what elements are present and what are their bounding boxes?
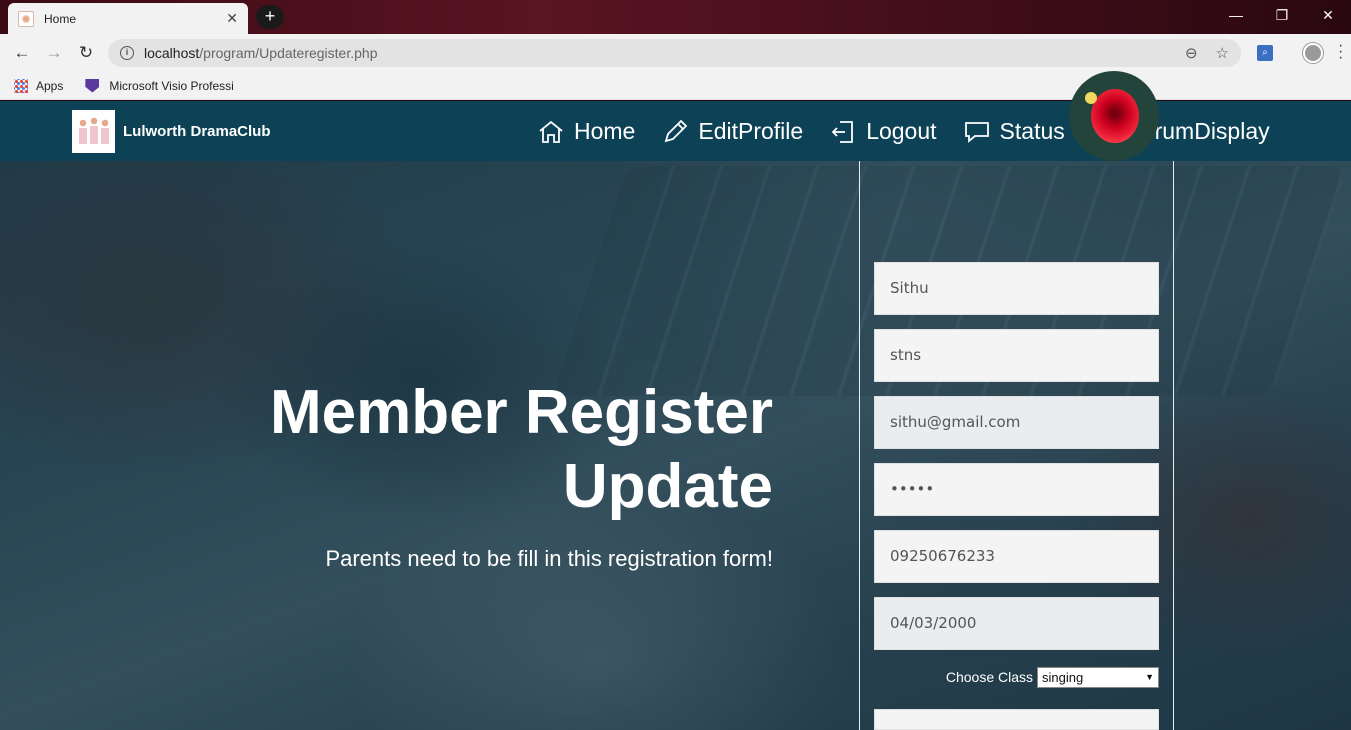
dropdown-caret-icon: ▼ — [1145, 672, 1154, 682]
flower-bud-icon — [1085, 92, 1097, 104]
nav-home[interactable]: Home — [538, 118, 635, 145]
chat-icon — [964, 121, 989, 143]
minimize-button[interactable]: — — [1213, 0, 1259, 30]
dob-field[interactable]: 04/03/2000 — [874, 597, 1159, 650]
back-arrow-icon[interactable]: ← — [6, 43, 38, 63]
browser-toolbar: ← → ↻ i localhost/program/Updateregister… — [0, 34, 1351, 72]
profile-avatar — [1069, 71, 1159, 161]
email-field[interactable]: sithu@gmail.com — [874, 396, 1159, 449]
close-tab-icon[interactable]: ✕ — [226, 10, 238, 27]
hero-subtitle: Parents need to be fill in this registra… — [325, 546, 773, 571]
username-field[interactable]: stns — [874, 329, 1159, 382]
next-field[interactable] — [874, 709, 1159, 730]
password-field[interactable]: ••••• — [874, 463, 1159, 516]
info-icon[interactable]: i — [120, 46, 134, 60]
visio-icon — [85, 78, 100, 93]
browser-tab[interactable]: Home ✕ — [8, 3, 248, 34]
address-bar[interactable]: i localhost/program/Updateregister.php ⊖… — [108, 39, 1241, 67]
apps-grid-icon — [14, 78, 28, 93]
name-field[interactable]: Sithu — [874, 262, 1159, 315]
bookmark-star-icon[interactable]: ☆ — [1216, 44, 1229, 62]
home-icon — [539, 120, 563, 143]
nav-logout[interactable]: Logout — [830, 118, 937, 145]
class-row: Choose Class singing ▼ — [874, 666, 1159, 688]
bookmark-visio[interactable]: Microsoft Visio Professi — [77, 78, 234, 93]
main-menu: Home EditProfile Logout Status ForumDisp… — [538, 118, 1270, 145]
extension-search-icon[interactable]: ⌕ — [1257, 45, 1273, 61]
url-text[interactable]: localhost/program/Updateregister.php — [144, 45, 1167, 61]
window-controls: — ❐ ✕ — [1213, 0, 1351, 30]
browser-tabstrip: Home ✕ + — ❐ ✕ — [0, 0, 1351, 34]
reload-icon[interactable]: ↻ — [70, 43, 102, 63]
restore-button[interactable]: ❐ — [1259, 0, 1305, 30]
pencil-icon — [665, 119, 688, 142]
phone-field[interactable]: 09250676233 — [874, 530, 1159, 583]
favicon-icon — [18, 10, 34, 27]
brand-name[interactable]: Lulworth DramaClub — [123, 123, 271, 140]
dancers-logo-icon — [75, 114, 112, 149]
bookmark-apps[interactable]: Apps — [14, 78, 63, 93]
logout-icon — [831, 120, 854, 143]
nav-status[interactable]: Status — [964, 118, 1065, 145]
nav-editprofile[interactable]: EditProfile — [662, 118, 803, 145]
close-window-button[interactable]: ✕ — [1305, 0, 1351, 30]
class-select[interactable]: singing ▼ — [1037, 666, 1159, 688]
class-label: Choose Class — [945, 669, 1033, 685]
new-tab-button[interactable]: + — [256, 5, 284, 29]
forward-arrow-icon[interactable]: → — [38, 43, 70, 63]
site-logo[interactable] — [72, 110, 115, 153]
tab-title: Home — [44, 11, 77, 26]
browser-menu-icon[interactable]: · · · — [1338, 38, 1343, 66]
flower-icon — [1091, 89, 1139, 143]
profile-avatar-icon[interactable] — [1303, 43, 1323, 63]
hero-title: Member Register Update — [269, 378, 773, 521]
zoom-icon[interactable]: ⊖ — [1185, 44, 1198, 62]
